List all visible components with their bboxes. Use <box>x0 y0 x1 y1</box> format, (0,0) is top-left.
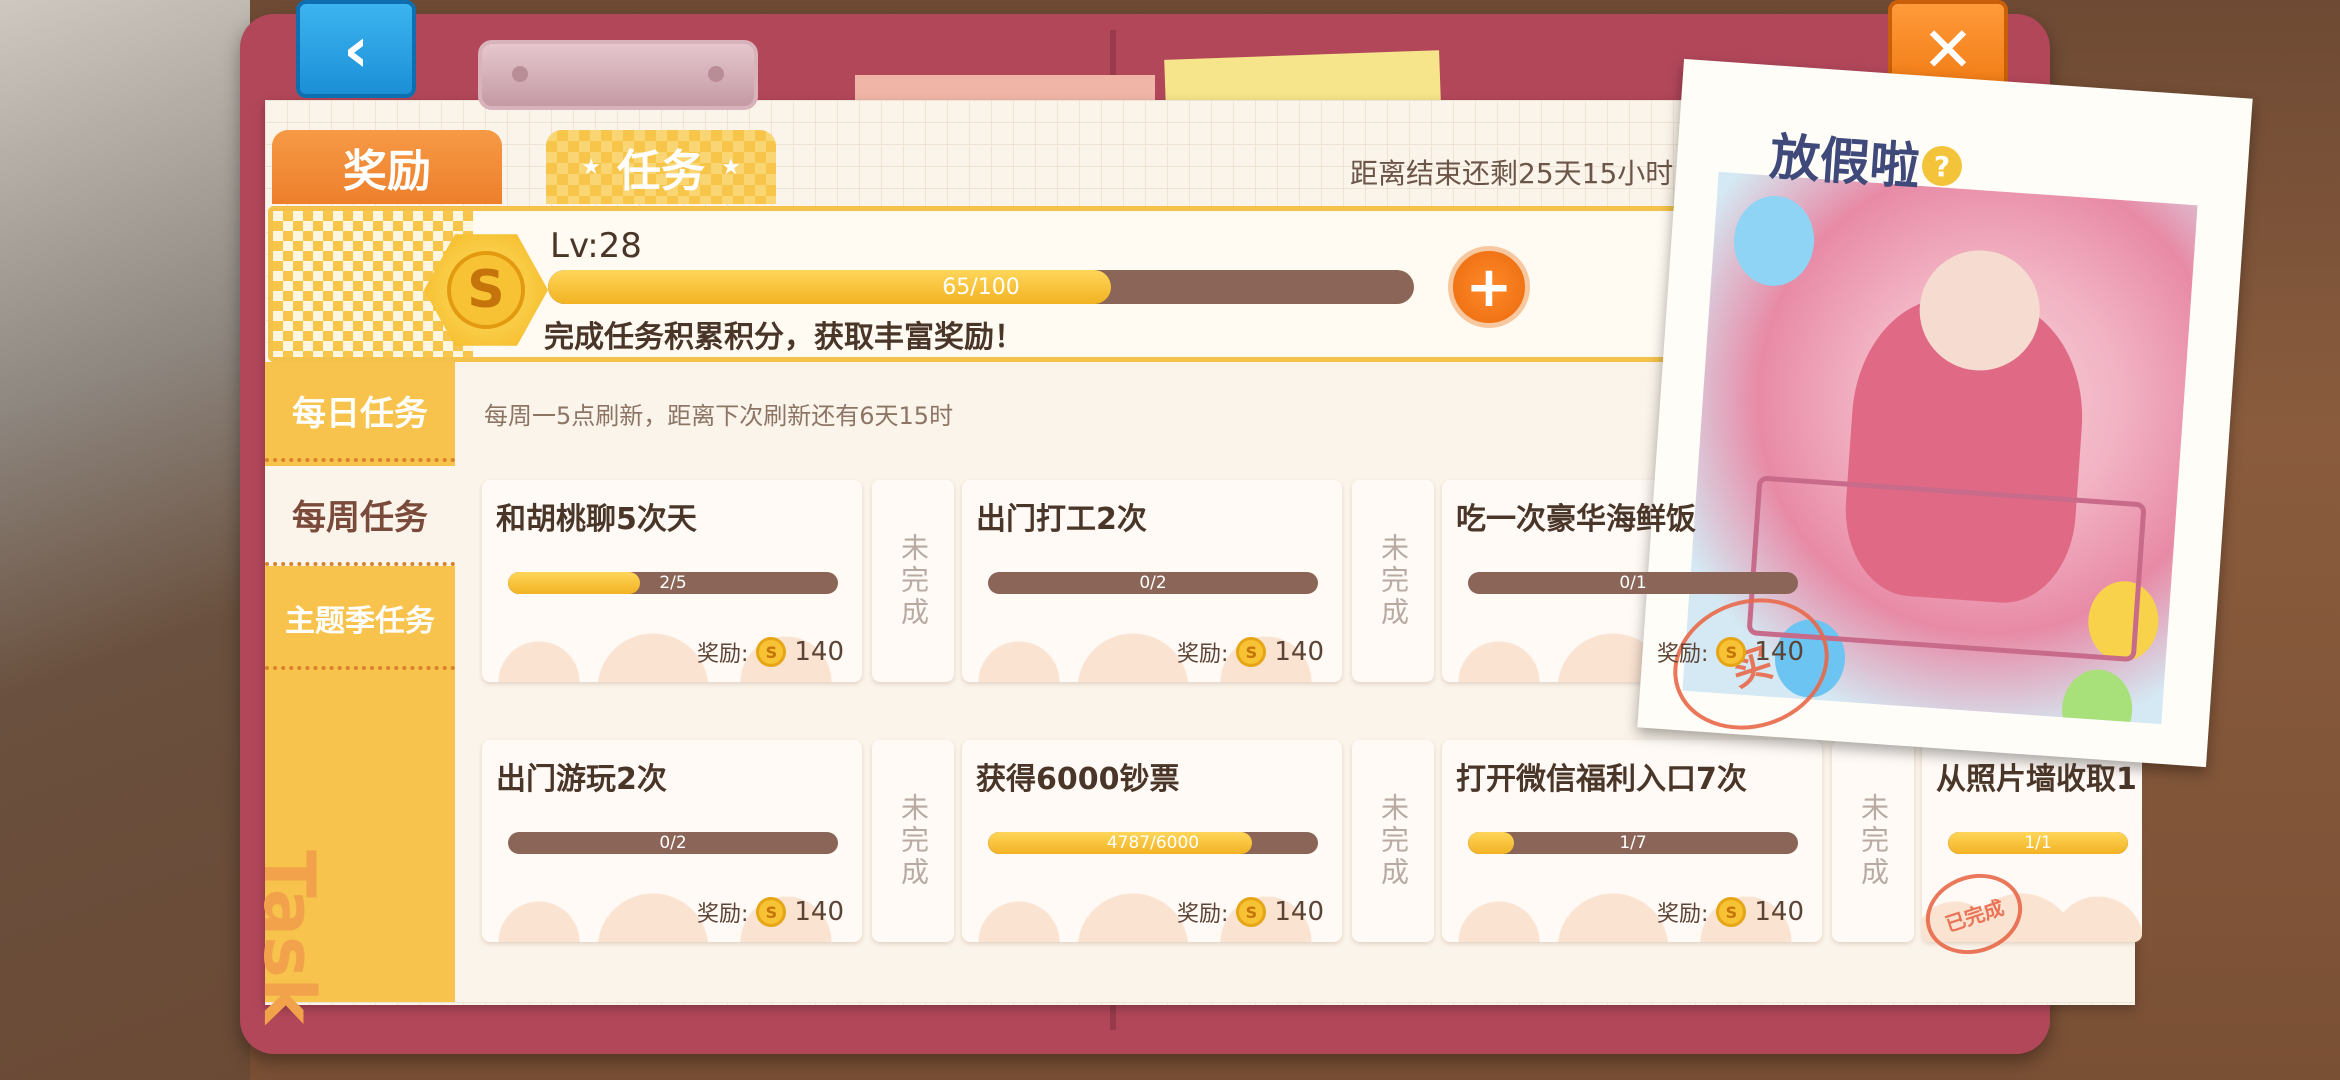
level-description: 完成任务积累积分，获取丰富奖励！ <box>544 320 1024 355</box>
coin-icon: S <box>1716 897 1747 927</box>
task-card[interactable]: 出门游玩2次 0/2 奖励: S 140 <box>482 740 862 942</box>
task-progress-text: 1/1 <box>2024 833 2052 853</box>
reward-amount: 140 <box>1754 897 1804 927</box>
task-reward: 奖励: S 140 <box>697 636 844 668</box>
tab-reward-label: 奖励 <box>343 146 431 197</box>
task-reward: 奖励: S 140 <box>1657 896 1804 928</box>
add-points-button[interactable]: + <box>1448 246 1530 328</box>
task-status-label: 未完成 <box>1857 793 1890 889</box>
task-title: 获得6000钞票 <box>976 762 1180 797</box>
reward-label: 奖励: <box>1176 902 1229 927</box>
reward-label: 奖励: <box>1656 902 1709 927</box>
back-button[interactable]: ‹ <box>296 0 416 98</box>
task-status-button[interactable]: 未完成 <box>1352 480 1434 682</box>
sidebar-item-season[interactable]: 主题季任务 <box>265 570 455 670</box>
tab-task[interactable]: ★ 任务 ★ <box>546 130 776 204</box>
refresh-note: 每周一5点刷新，距离下次刷新还有6天15时 <box>484 402 954 430</box>
task-status-label: 未完成 <box>897 793 930 889</box>
sidebar-item-weekly[interactable]: 每周任务 <box>265 466 455 566</box>
reward-amount: 140 <box>1754 637 1804 667</box>
task-progress-text: 1/7 <box>1619 833 1647 853</box>
level-progress-text: 65/100 <box>942 274 1020 300</box>
reward-amount: 140 <box>1274 897 1324 927</box>
task-title: 打开微信福利入口7次 <box>1456 762 1747 797</box>
task-reward: 奖励: S 140 <box>1177 636 1324 668</box>
task-title: 出门打工2次 <box>976 502 1147 537</box>
tab-reward[interactable]: 奖励 <box>272 130 502 204</box>
task-status-button[interactable]: 未完成 <box>872 740 954 942</box>
desk-background <box>0 0 250 1080</box>
task-progress-text: 4787/6000 <box>1106 833 1200 853</box>
task-card[interactable]: 和胡桃聊5次天 2/5 奖励: S 140 <box>482 480 862 682</box>
plus-icon: + <box>1465 254 1513 320</box>
coin-icon: S <box>1716 637 1747 667</box>
task-status-label: 未完成 <box>1377 793 1410 889</box>
reward-label: 奖励: <box>1176 642 1229 667</box>
task-progress-text: 2/5 <box>659 573 687 593</box>
task-status-label: 未完成 <box>897 533 930 629</box>
reward-label: 奖励: <box>696 642 749 667</box>
tab-task-label: 任务 <box>617 146 705 197</box>
task-progress-text: 0/2 <box>1139 573 1167 593</box>
task-status-button[interactable]: 未完成 <box>1352 740 1434 942</box>
task-card[interactable]: 打开微信福利入口7次 1/7 奖励: S 140 <box>1442 740 1822 942</box>
coin-icon: S <box>756 897 787 927</box>
reward-amount: 140 <box>1274 637 1324 667</box>
task-progress-text: 0/1 <box>1619 573 1647 593</box>
task-reward: 奖励: S 140 <box>697 896 844 928</box>
task-watermark: Task <box>248 850 330 1025</box>
coin-icon: S <box>1236 897 1267 927</box>
task-status-button[interactable]: 未完成 <box>1832 740 1914 942</box>
paper-clip <box>478 40 758 110</box>
event-title: 放假啦 <box>1767 127 1922 197</box>
close-icon: ✕ <box>1922 12 1974 86</box>
balloon-icon <box>2059 667 2135 725</box>
task-card[interactable]: 获得6000钞票 4787/6000 奖励: S 140 <box>962 740 1342 942</box>
task-title: 从照片墙收取1 <box>1936 762 2137 797</box>
task-title: 吃一次豪华海鲜饭 <box>1456 502 1696 537</box>
coin-icon: S <box>756 637 787 667</box>
reward-label: 奖励: <box>1656 642 1709 667</box>
task-status-label: 未完成 <box>1377 533 1410 629</box>
task-reward: 奖励: S 140 <box>1177 896 1324 928</box>
task-progress-text: 0/2 <box>659 833 687 853</box>
reward-label: 奖励: <box>696 902 749 927</box>
task-reward: 奖励: S 140 <box>1657 636 1804 668</box>
event-countdown: 距离结束还剩25天15小时 <box>1350 157 1674 190</box>
task-title: 出门游玩2次 <box>496 762 667 797</box>
reward-amount: 140 <box>794 897 844 927</box>
help-icon[interactable]: ? <box>1922 146 1962 186</box>
balloon-icon <box>1730 193 1818 289</box>
chevron-left-icon: ‹ <box>343 12 369 86</box>
star-icon: ★ <box>721 154 741 180</box>
reward-amount: 140 <box>794 637 844 667</box>
level-label: Lv:28 <box>550 226 642 266</box>
coin-icon: S <box>1236 637 1267 667</box>
task-card[interactable]: 出门打工2次 0/2 奖励: S 140 <box>962 480 1342 682</box>
star-icon: ★ <box>581 154 601 180</box>
task-status-button[interactable]: 未完成 <box>872 480 954 682</box>
task-title: 和胡桃聊5次天 <box>496 502 697 537</box>
sidebar-item-daily[interactable]: 每日任务 <box>265 362 455 462</box>
